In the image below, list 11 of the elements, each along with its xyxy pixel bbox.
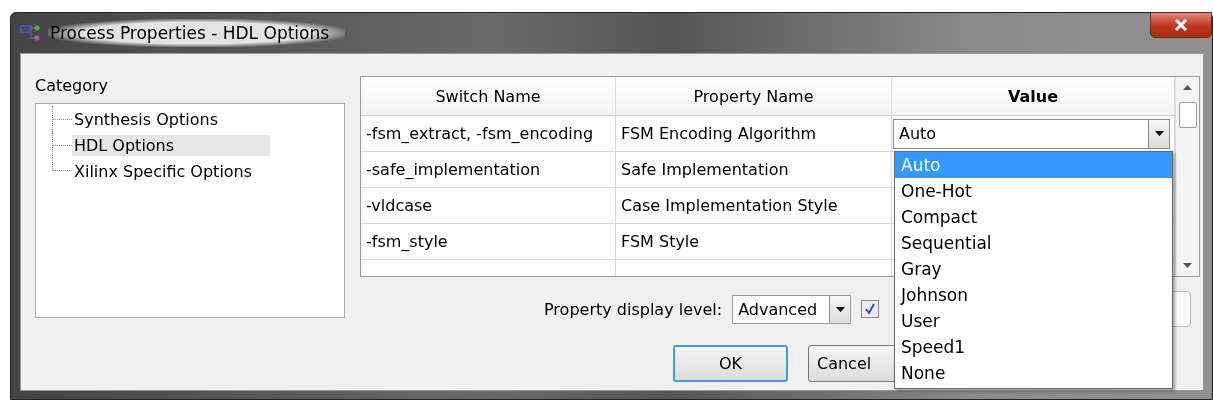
table-cell: Case Implementation Style xyxy=(616,188,892,223)
category-label: Category xyxy=(35,76,110,95)
table-cell: -vldcase xyxy=(361,188,616,223)
display-level-label: Property display level: xyxy=(544,299,723,319)
table-cell: -fsm_style xyxy=(361,224,616,259)
table-cell: -fsm_extract, -fsm_encoding xyxy=(361,116,616,151)
table-cell: FSM Style xyxy=(616,224,892,259)
table-cell: Safe Implementation xyxy=(616,152,892,187)
table-cell: -safe_implementation xyxy=(361,152,616,187)
table-cell: FSM Encoding Algorithm xyxy=(616,116,892,151)
window-title: Process Properties - HDL Options xyxy=(48,19,346,47)
